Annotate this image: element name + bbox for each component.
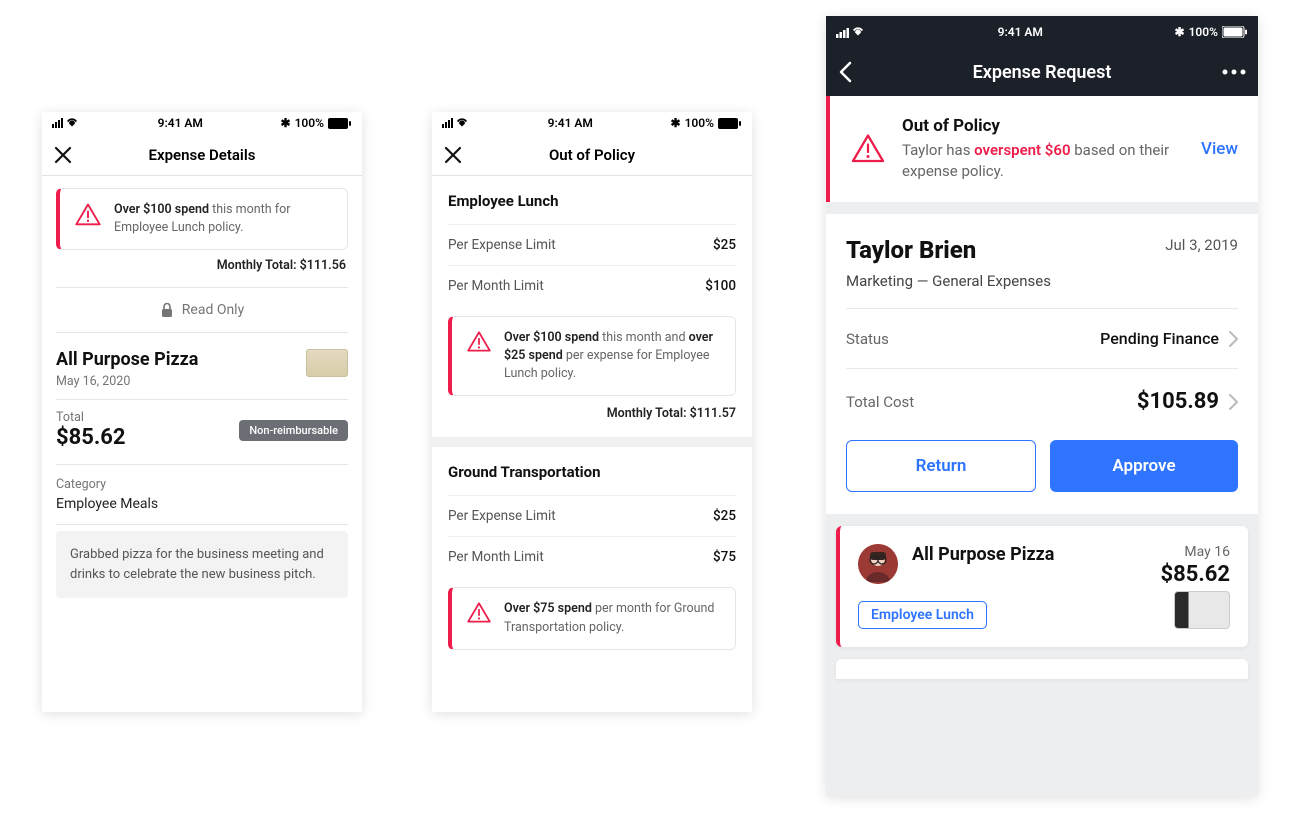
status-time: 9:41 AM bbox=[470, 116, 671, 130]
expense-note: Grabbed pizza for the business meeting a… bbox=[56, 531, 348, 598]
status-battery: ✱ 100% bbox=[1175, 25, 1248, 39]
close-button[interactable] bbox=[54, 146, 72, 164]
status-time: 9:41 AM bbox=[866, 25, 1175, 39]
request-subtitle: Marketing — General Expenses bbox=[846, 272, 1238, 290]
chevron-right-icon bbox=[1229, 331, 1238, 347]
status-time: 9:41 AM bbox=[80, 116, 281, 130]
nav-title: Out of Policy bbox=[549, 146, 635, 164]
total-cost-row[interactable]: Total Cost $105.89 bbox=[846, 368, 1238, 434]
alert-text: Over $100 spend this month and over $25 … bbox=[504, 329, 721, 383]
phone-expense-details: 9:41 AM ✱ 100% Expense Details Over $100… bbox=[42, 112, 362, 712]
section-employee-lunch: Employee Lunch Per Expense Limit $25 Per… bbox=[432, 176, 752, 437]
alert-title: Out of Policy bbox=[902, 116, 1185, 136]
merchant-row: All Purpose Pizza May 16, 2020 bbox=[42, 333, 362, 399]
alert-text: Taylor has overspent $60 based on their … bbox=[902, 140, 1185, 182]
alert-text: Over $75 spend per month for Ground Tran… bbox=[504, 600, 721, 636]
alert-text: Over $100 spend this month for Employee … bbox=[114, 201, 333, 237]
phone-out-of-policy: 9:41 AM ✱ 100% Out of Policy Employee Lu… bbox=[432, 112, 752, 712]
approve-button[interactable]: Approve bbox=[1050, 440, 1238, 492]
return-button[interactable]: Return bbox=[846, 440, 1036, 492]
nav-title: Expense Request bbox=[973, 62, 1112, 83]
section-ground-transportation: Ground Transportation Per Expense Limit … bbox=[432, 447, 752, 665]
limit-row: Per Expense Limit $25 bbox=[448, 224, 736, 265]
scroll-body[interactable]: Out of Policy Taylor has overspent $60 b… bbox=[826, 96, 1258, 796]
category-field: Category Employee Meals bbox=[42, 465, 362, 524]
total-amount: $85.62 bbox=[56, 425, 126, 450]
status-row[interactable]: Status Pending Finance bbox=[846, 308, 1238, 368]
monthly-total: Monthly Total: $111.56 bbox=[42, 258, 362, 287]
action-buttons: Return Approve bbox=[846, 434, 1238, 492]
status-bar: 9:41 AM ✱ 100% bbox=[42, 112, 362, 134]
back-button[interactable] bbox=[838, 61, 852, 83]
limit-row: Per Month Limit $75 bbox=[448, 536, 736, 577]
warning-icon bbox=[466, 600, 492, 626]
avatar bbox=[858, 544, 898, 584]
nav-bar: Expense Request bbox=[826, 48, 1258, 96]
expense-tag[interactable]: Employee Lunch bbox=[858, 601, 987, 629]
expense-card-peek bbox=[836, 659, 1248, 679]
nav-title: Expense Details bbox=[149, 146, 256, 164]
reimbursable-badge: Non-reimbursable bbox=[239, 420, 348, 441]
read-only-indicator: Read Only bbox=[42, 288, 362, 332]
request-date: Jul 3, 2019 bbox=[1165, 236, 1238, 254]
status-bar: 9:41 AM ✱ 100% bbox=[826, 16, 1258, 48]
expense-amount: $85.62 bbox=[1161, 562, 1231, 587]
total-row: Total $85.62 Non-reimbursable bbox=[42, 400, 362, 464]
chevron-right-icon bbox=[1229, 394, 1238, 410]
signal-wifi-icon bbox=[442, 118, 470, 128]
nav-bar: Expense Details bbox=[42, 134, 362, 176]
nav-bar: Out of Policy bbox=[432, 134, 752, 176]
status-battery: ✱ 100% bbox=[281, 116, 352, 130]
close-button[interactable] bbox=[444, 146, 462, 164]
policy-alert: Over $75 spend per month for Ground Tran… bbox=[448, 587, 736, 649]
receipt-thumbnail[interactable] bbox=[1174, 591, 1230, 629]
view-link[interactable]: View bbox=[1201, 139, 1238, 159]
signal-wifi-icon bbox=[836, 27, 866, 38]
expense-card[interactable]: All Purpose Pizza May 16 $85.62 Employee… bbox=[836, 526, 1248, 647]
total-label: Total bbox=[56, 410, 126, 425]
receipt-thumbnail[interactable] bbox=[306, 349, 348, 377]
phone-expense-request: 9:41 AM ✱ 100% Expense Request Out of Po… bbox=[826, 16, 1258, 796]
limit-row: Per Expense Limit $25 bbox=[448, 495, 736, 536]
lock-icon bbox=[160, 302, 174, 318]
warning-icon bbox=[466, 329, 492, 355]
policy-alert: Over $100 spend this month and over $25 … bbox=[448, 316, 736, 396]
signal-wifi-icon bbox=[52, 118, 80, 128]
request-summary: Taylor Brien Jul 3, 2019 Marketing — Gen… bbox=[826, 214, 1258, 514]
status-bar: 9:41 AM ✱ 100% bbox=[432, 112, 752, 134]
limit-row: Per Month Limit $100 bbox=[448, 265, 736, 306]
warning-icon bbox=[850, 131, 886, 167]
requester-name: Taylor Brien bbox=[846, 236, 976, 264]
warning-icon bbox=[74, 201, 102, 229]
monthly-total: Monthly Total: $111.57 bbox=[448, 402, 736, 421]
expense-merchant: All Purpose Pizza bbox=[912, 544, 1054, 565]
more-button[interactable] bbox=[1222, 69, 1246, 75]
section-divider bbox=[432, 437, 752, 447]
expense-date: May 16 bbox=[1161, 544, 1231, 560]
merchant-date: May 16, 2020 bbox=[56, 374, 198, 389]
policy-alert: Out of Policy Taylor has overspent $60 b… bbox=[826, 96, 1258, 202]
status-battery: ✱ 100% bbox=[671, 116, 742, 130]
policy-alert: Over $100 spend this month for Employee … bbox=[56, 188, 348, 250]
merchant-name: All Purpose Pizza bbox=[56, 349, 198, 370]
